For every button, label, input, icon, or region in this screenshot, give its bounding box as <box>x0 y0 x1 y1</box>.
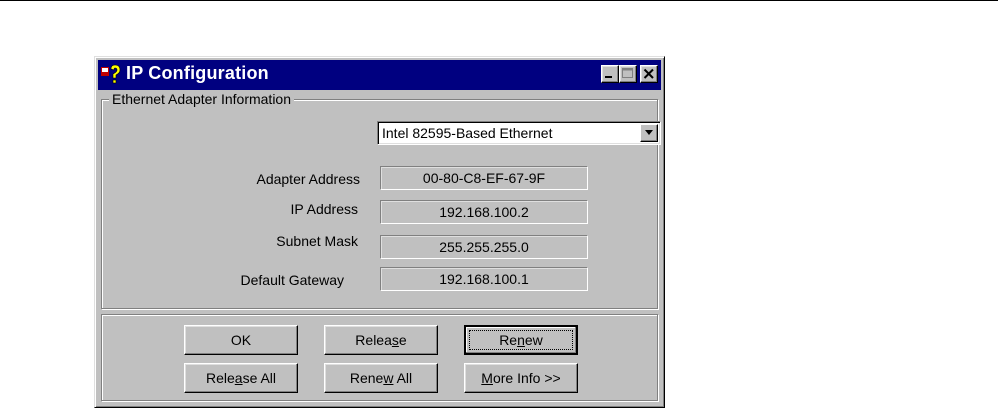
ok-button-label: OK <box>230 331 252 348</box>
more-info-button-label: More Info >> <box>481 369 561 386</box>
maximize-button[interactable] <box>619 65 637 83</box>
close-button[interactable] <box>640 65 658 83</box>
minimize-button[interactable] <box>601 65 619 83</box>
title-bar[interactable]: IP Configuration <box>98 60 661 90</box>
ip-configuration-window: IP Configuration Ethernet Adapter Inform… <box>94 56 665 408</box>
maximize-icon <box>622 68 633 78</box>
ip-address-value: 192.168.100.2 <box>380 200 588 224</box>
renew-button-label: Renew <box>499 331 543 348</box>
default-gateway-value: 192.168.100.1 <box>380 267 588 291</box>
renew-all-button[interactable]: Renew All <box>324 363 438 393</box>
release-all-button[interactable]: Release All <box>184 363 298 393</box>
renew-button[interactable]: Renew <box>464 325 578 355</box>
ok-button[interactable]: OK <box>184 325 298 355</box>
adapter-address-label: Adapter Address <box>256 171 360 187</box>
actions-group: OK Release Renew Release All Renew All M… <box>101 314 658 401</box>
subnet-mask-value: 255.255.255.0 <box>380 235 588 259</box>
adapter-select-button[interactable] <box>640 124 658 142</box>
window-title: IP Configuration <box>126 63 269 83</box>
subnet-mask-label: Subnet Mask <box>276 233 358 249</box>
release-button-label: Release <box>355 331 407 348</box>
adapter-info-group-title: Ethernet Adapter Information <box>109 91 294 107</box>
adapter-select[interactable]: Intel 82595-Based Ethernet <box>377 121 661 145</box>
minimize-icon <box>605 76 612 78</box>
ip-address-label: IP Address <box>290 201 358 217</box>
release-all-button-label: Release All <box>205 369 277 386</box>
release-button[interactable]: Release <box>324 325 438 355</box>
close-icon <box>643 68 654 79</box>
adapter-info-group: Ethernet Adapter Information Intel 82595… <box>101 91 661 309</box>
winipcfg-icon <box>100 64 122 86</box>
more-info-button[interactable]: More Info >> <box>464 363 578 393</box>
adapter-address-value: 00-80-C8-EF-67-9F <box>380 166 588 190</box>
default-gateway-label: Default Gateway <box>240 272 345 288</box>
adapter-select-value: Intel 82595-Based Ethernet <box>382 125 553 141</box>
dropdown-arrow-icon <box>645 130 653 135</box>
renew-all-button-label: Renew All <box>349 369 413 386</box>
top-border-line <box>0 0 998 1</box>
